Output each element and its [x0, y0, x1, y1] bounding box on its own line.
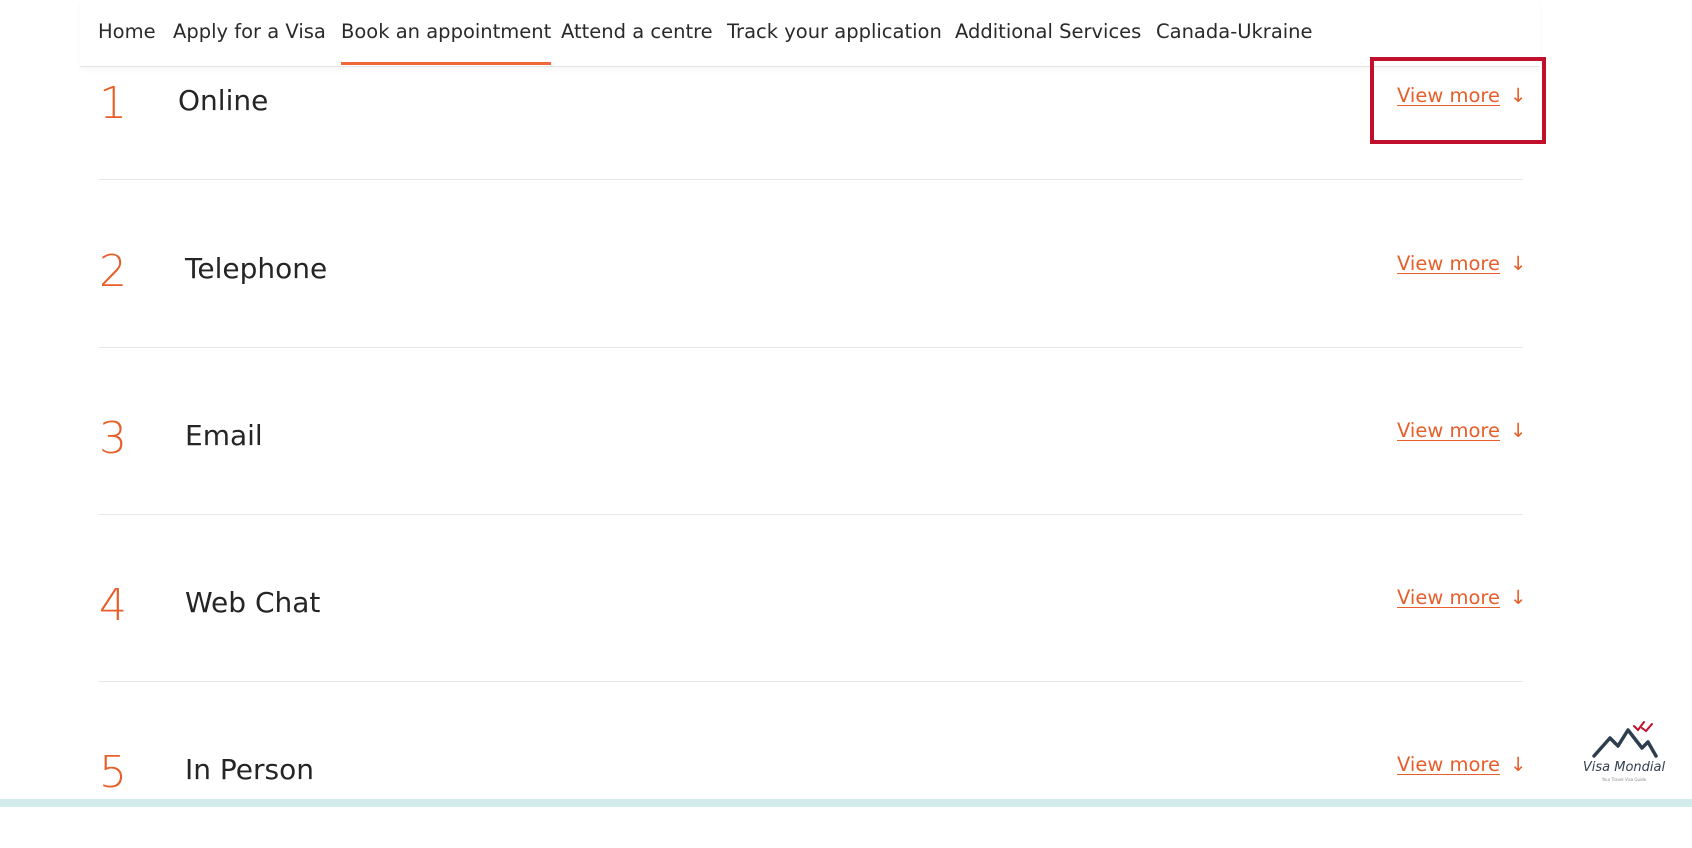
method-title: Online [178, 84, 269, 117]
arrow-down-icon: ↓ [1509, 753, 1527, 776]
method-row-in-person: 5 In Person View more ↓ [99, 681, 1526, 848]
view-more-label: View more [1397, 586, 1500, 609]
method-row-online: 1 Online View more ↓ [99, 12, 1526, 180]
method-number: 5 [99, 747, 127, 798]
method-row-telephone: 2 Telephone View more ↓ [99, 180, 1526, 348]
highlight-annotation-box [1370, 57, 1546, 144]
mountain-icon [1592, 721, 1658, 758]
view-more-link-web-chat[interactable]: View more ↓ [1397, 585, 1526, 611]
view-more-label: View more [1397, 753, 1500, 776]
bottom-strip [0, 799, 1692, 807]
method-number: 1 [99, 78, 127, 129]
visa-mondial-logo: Visa Mondial Your Travel Visa Guide [1568, 716, 1680, 802]
method-number: 2 [99, 246, 127, 297]
method-title: Telephone [185, 252, 328, 285]
arrow-down-icon: ↓ [1509, 252, 1527, 275]
view-more-label: View more [1397, 419, 1500, 442]
arrow-down-icon: ↓ [1509, 419, 1527, 442]
logo-name: Visa Mondial [1582, 760, 1666, 775]
view-more-link-telephone[interactable]: View more ↓ [1397, 251, 1526, 277]
arrow-down-icon: ↓ [1509, 586, 1527, 609]
method-row-web-chat: 4 Web Chat View more ↓ [99, 514, 1526, 682]
method-row-email: 3 Email View more ↓ [99, 347, 1526, 515]
method-title: Web Chat [185, 586, 321, 619]
view-more-link-in-person[interactable]: View more ↓ [1397, 752, 1526, 778]
method-title: Email [185, 419, 263, 452]
view-more-link-email[interactable]: View more ↓ [1397, 418, 1526, 444]
view-more-label: View more [1397, 252, 1500, 275]
method-number: 3 [99, 413, 127, 464]
logo-tagline: Your Travel Visa Guide [1601, 777, 1647, 782]
method-title: In Person [185, 753, 314, 786]
method-number: 4 [99, 580, 127, 631]
